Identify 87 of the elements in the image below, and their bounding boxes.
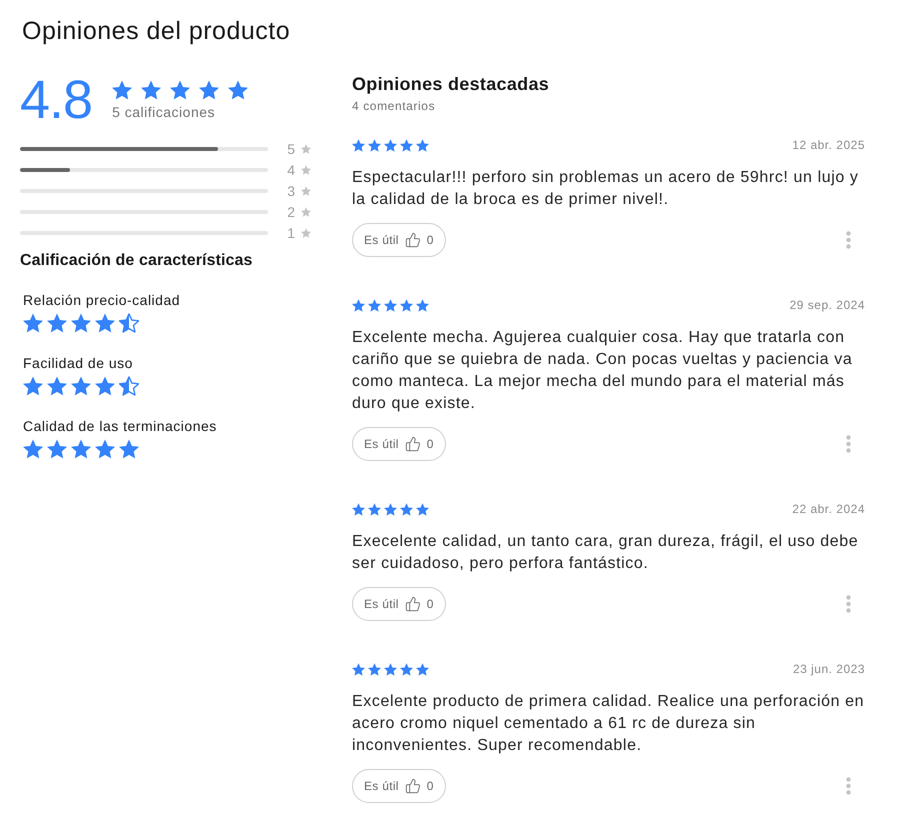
section-title: Opiniones destacadas bbox=[352, 73, 550, 96]
helpful-count: 0 bbox=[426, 232, 434, 249]
helpful-button[interactable]: Es útil 0 bbox=[352, 769, 446, 803]
star-icon bbox=[400, 298, 413, 312]
more-options-icon[interactable] bbox=[846, 595, 851, 613]
star-icon bbox=[368, 662, 381, 676]
star-level-label: 1 bbox=[286, 224, 295, 240]
feature-label: Facilidad de uso bbox=[23, 354, 133, 372]
feature-label: Calidad de las terminaciones bbox=[23, 417, 217, 435]
star-icon bbox=[71, 313, 91, 333]
comments-count: 4 comentarios bbox=[352, 98, 436, 114]
star-icon bbox=[368, 502, 381, 516]
star-icon bbox=[23, 313, 43, 333]
page-title: Opiniones del producto bbox=[22, 16, 290, 46]
half-star-icon bbox=[119, 376, 139, 396]
helpful-count: 0 bbox=[426, 596, 434, 613]
more-options-icon[interactable] bbox=[846, 435, 851, 453]
more-options-icon[interactable] bbox=[846, 777, 851, 795]
thumbs-up-icon bbox=[404, 436, 421, 452]
star-icon bbox=[71, 376, 91, 396]
star-icon bbox=[384, 298, 397, 312]
star-icon bbox=[352, 502, 365, 516]
star-icon bbox=[95, 439, 115, 459]
helpful-button[interactable]: Es útil 0 bbox=[352, 223, 446, 257]
star-icon bbox=[352, 138, 365, 152]
star-icon bbox=[301, 186, 311, 196]
star-icon bbox=[384, 502, 397, 516]
star-icon bbox=[119, 439, 139, 459]
star-icon bbox=[301, 144, 311, 154]
review-text: Execelente calidad, un tanto cara, gran dureza, frágil, el uso debe ser cuidadoso, pero perfora fantástico. bbox=[352, 532, 860, 574]
star-icon bbox=[23, 376, 43, 396]
star-icon bbox=[301, 228, 311, 238]
review-text: Excelente producto de primera calidad. Realice una perforación en acero cromo niquel cementado a 61 rc de dureza sin inconvenientes. Super recomendable. bbox=[352, 692, 866, 756]
helpful-button[interactable]: Es útil 0 bbox=[352, 587, 446, 621]
star-icon bbox=[368, 298, 381, 312]
half-star-icon bbox=[119, 313, 139, 333]
star-icon bbox=[95, 376, 115, 396]
thumbs-up-icon bbox=[404, 596, 421, 612]
star-icon bbox=[400, 502, 413, 516]
star-icon bbox=[416, 138, 429, 152]
star-icon bbox=[416, 662, 429, 676]
star-icon bbox=[47, 439, 67, 459]
helpful-count: 0 bbox=[426, 436, 434, 453]
star-icon bbox=[352, 298, 365, 312]
star-icon bbox=[47, 313, 67, 333]
star-icon bbox=[416, 502, 429, 516]
star-icon bbox=[352, 662, 365, 676]
helpful-label: Es útil bbox=[364, 436, 399, 453]
star-level-label: 5 bbox=[286, 140, 295, 156]
helpful-button[interactable]: Es útil 0 bbox=[352, 427, 446, 461]
star-icon bbox=[112, 80, 132, 100]
more-options-icon[interactable] bbox=[846, 231, 851, 249]
star-icon bbox=[301, 206, 311, 216]
star-level-label: 2 bbox=[286, 204, 295, 220]
star-icon bbox=[400, 662, 413, 676]
review-date: 12 abr. 2025 bbox=[792, 137, 865, 153]
review-date: 22 abr. 2024 bbox=[792, 501, 865, 517]
star-icon bbox=[47, 376, 67, 396]
average-rating: 4.8 bbox=[20, 72, 92, 128]
feature-label: Relación precio-calidad bbox=[23, 291, 180, 309]
helpful-count: 0 bbox=[426, 778, 434, 795]
star-icon bbox=[95, 313, 115, 333]
star-icon bbox=[416, 298, 429, 312]
review-date: 23 jun. 2023 bbox=[792, 661, 865, 677]
star-icon bbox=[23, 439, 43, 459]
star-level-label: 3 bbox=[286, 182, 295, 198]
review-text: Espectacular!!! perforo sin problemas un acero de 59hrc! un lujo y la calidad de la broca es de primer nivel!. bbox=[352, 168, 860, 210]
star-icon bbox=[228, 80, 248, 100]
star-icon bbox=[141, 80, 162, 100]
thumbs-up-icon bbox=[404, 232, 421, 248]
helpful-label: Es útil bbox=[364, 596, 399, 613]
helpful-label: Es útil bbox=[364, 778, 399, 795]
review-date: 29 sep. 2024 bbox=[790, 297, 865, 313]
star-icon bbox=[384, 662, 397, 676]
star-icon bbox=[301, 164, 311, 174]
star-icon bbox=[400, 138, 413, 152]
helpful-label: Es útil bbox=[364, 232, 399, 249]
star-icon bbox=[71, 439, 91, 459]
star-icon bbox=[384, 138, 397, 152]
star-icon bbox=[199, 80, 220, 100]
ratings-count: 5 calificaciones bbox=[112, 102, 216, 120]
star-icon bbox=[368, 138, 381, 152]
thumbs-up-icon bbox=[404, 778, 421, 794]
star-icon bbox=[170, 80, 190, 100]
star-level-label: 4 bbox=[286, 162, 295, 178]
review-text: Excelente mecha. Agujerea cualquier cosa. Hay que tratarla con cariño que se quiebra de nada. Con pocas vueltas y paciencia va como manteca. La mejor mecha del mundo para el material más duro que existe. bbox=[352, 328, 854, 414]
section-title: Calificación de características bbox=[20, 251, 253, 271]
